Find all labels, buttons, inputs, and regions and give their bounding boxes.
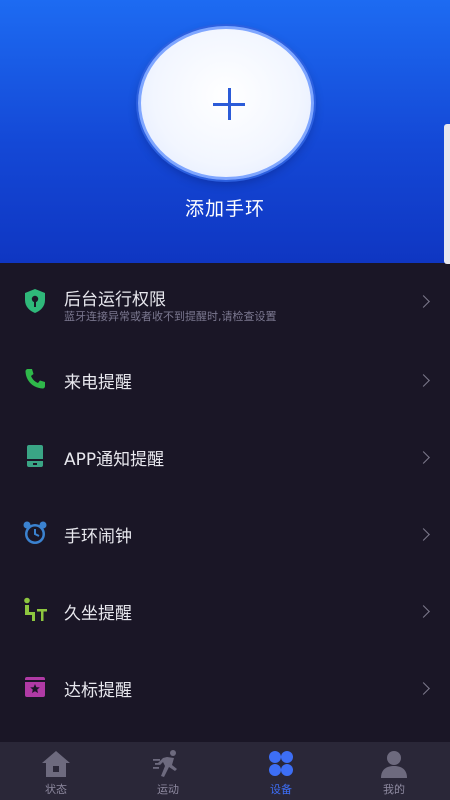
list-item-title: 后台运行权限 (64, 290, 166, 310)
list-item-title: 久坐提醒 (64, 604, 132, 624)
device-grid-icon (265, 749, 297, 779)
tab-label: 状态 (45, 783, 67, 796)
alarm-clock-icon (22, 520, 48, 546)
list-item-sedentary-reminder[interactable]: 久坐提醒 (0, 572, 450, 649)
tab-status[interactable]: 状态 (0, 742, 112, 800)
tab-label: 设备 (270, 783, 292, 796)
list-item-subtitle: 蓝牙连接异常或者收不到提醒时,请检查设置 (64, 310, 277, 323)
list-item-goal-reminder[interactable]: 达标提醒 (0, 649, 450, 726)
list-item-band-alarm[interactable]: 手环闹钟 (0, 495, 450, 572)
chevron-right-icon (417, 682, 430, 695)
header: 添加手环 (0, 0, 450, 263)
chevron-right-icon (417, 605, 430, 618)
chevron-right-icon (417, 528, 430, 541)
tab-sport[interactable]: 运动 (112, 742, 224, 800)
settings-list: 后台运行权限 蓝牙连接异常或者收不到提醒时,请检查设置 来电提醒 APP通知提醒 (0, 263, 450, 726)
bottom-tab-bar: 状态 运动 设备 我的 (0, 742, 450, 800)
side-drawer-handle[interactable] (444, 124, 450, 264)
running-icon (152, 749, 184, 779)
list-item-title: APP通知提醒 (64, 450, 165, 470)
user-icon (378, 749, 410, 779)
home-icon (40, 749, 72, 779)
add-band-label: 添加手环 (184, 198, 265, 220)
goal-badge-icon (22, 674, 48, 700)
shield-key-icon (22, 288, 48, 314)
tab-label: 我的 (383, 783, 405, 796)
list-item-title: 达标提醒 (64, 681, 132, 701)
tab-device[interactable]: 设备 (225, 742, 337, 800)
phone-icon (22, 366, 48, 392)
add-band-button[interactable] (138, 26, 314, 180)
plus-icon (213, 88, 245, 120)
list-item-title: 来电提醒 (64, 373, 132, 393)
tab-label: 运动 (157, 783, 179, 796)
tab-mine[interactable]: 我的 (338, 742, 450, 800)
chevron-right-icon (417, 295, 430, 308)
list-item-app-notification[interactable]: APP通知提醒 (0, 418, 450, 495)
chevron-right-icon (417, 451, 430, 464)
tablet-icon (22, 443, 48, 469)
list-item-call-reminder[interactable]: 来电提醒 (0, 341, 450, 418)
sitting-person-icon (22, 597, 48, 623)
chevron-right-icon (417, 374, 430, 387)
list-item-title: 手环闹钟 (64, 527, 132, 547)
list-item-background-permission[interactable]: 后台运行权限 蓝牙连接异常或者收不到提醒时,请检查设置 (0, 263, 450, 341)
